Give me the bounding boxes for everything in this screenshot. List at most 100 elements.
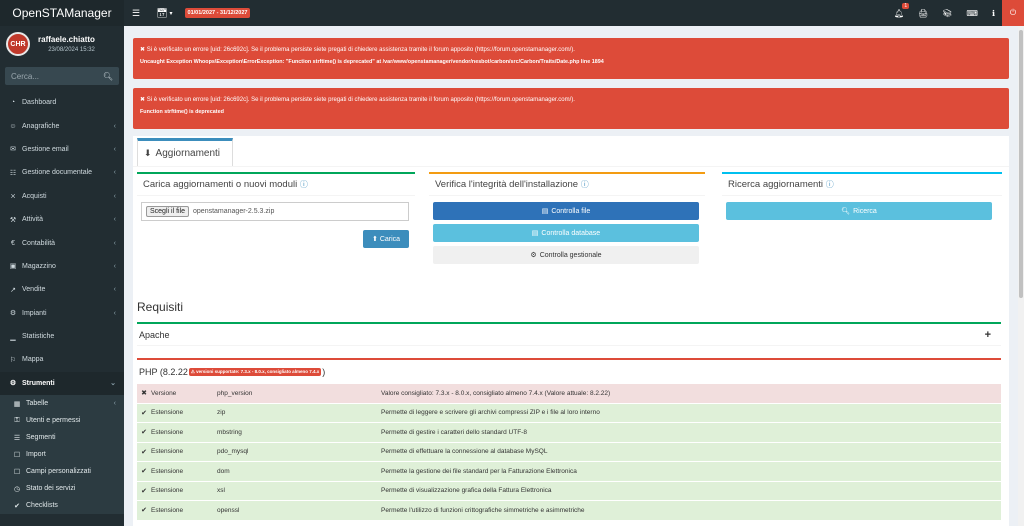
choose-file-button[interactable]: Scegli il file bbox=[146, 206, 190, 217]
sidebar-item[interactable]: ⚒ Attività ‹ bbox=[0, 208, 124, 231]
table-row: ✔ Estensione xsl Permette di visualizzazion… bbox=[137, 481, 1001, 501]
cell-desc: Permette di effettuare la connessione al… bbox=[381, 448, 548, 456]
map-icon: ⚐ bbox=[9, 356, 17, 364]
envelope-icon: ✉ bbox=[10, 146, 16, 154]
submenu-item-label: Segmenti bbox=[26, 434, 56, 442]
close-icon: ✖ bbox=[141, 390, 147, 398]
date-range-badge[interactable]: 01/01/2027 - 31/12/2027 bbox=[184, 8, 251, 18]
user-date: 23/08/2024 15:32 bbox=[48, 47, 95, 53]
file-input[interactable]: Scegli il file openstamanager-2.5.3.zip bbox=[141, 202, 409, 221]
submenu-item[interactable]: ☰ Segmenti bbox=[0, 429, 124, 446]
chevron-left-icon: ‹ bbox=[113, 309, 116, 317]
check-management-button[interactable]: ⚙ Controlla gestionale bbox=[433, 246, 699, 264]
file-icon: ▤ bbox=[541, 208, 549, 215]
menu-toggle-icon[interactable]: ☰ bbox=[124, 0, 148, 26]
cell-type: Estensione bbox=[151, 506, 184, 514]
cell-name: openssl bbox=[217, 506, 240, 514]
tab-aggiornamenti[interactable]: ⬇ Aggiornamenti bbox=[137, 138, 233, 166]
plus-icon[interactable]: + bbox=[985, 329, 991, 341]
sidebar-item[interactable]: ⨯ Acquisti ‹ bbox=[0, 185, 124, 208]
cell-type: Estensione bbox=[151, 448, 184, 456]
php-section[interactable]: PHP (8.2.22 ⚠ versioni supportate: 7.3.x… bbox=[137, 360, 1001, 384]
sidebar-item[interactable]: ⚙ Impianti ‹ bbox=[0, 302, 124, 325]
chevron-left-icon: ‹ bbox=[113, 192, 116, 200]
submenu-item[interactable]: ☐ Import bbox=[0, 446, 124, 463]
file-name: openstamanager-2.5.3.zip bbox=[193, 208, 275, 215]
chevron-left-icon: ‹ bbox=[113, 286, 116, 294]
user-panel[interactable]: CHR raffaele.chiatto 23/08/2024 15:32 bbox=[0, 26, 124, 62]
sidebar-item-label: Magazzino bbox=[22, 262, 56, 270]
sidebar-item[interactable]: ▁ Statistiche bbox=[0, 325, 124, 348]
error-alert: ✖ Si è verificato un errore [uid: 26c692… bbox=[133, 88, 1009, 129]
sidebar-menu: ◔ Dashboard ☺ Anagrafiche ‹ ✉ Gestione email ‹ ☷… bbox=[0, 91, 124, 515]
scrollbar-thumb[interactable] bbox=[1019, 30, 1023, 298]
sidebar-item[interactable]: € Contabilità ‹ bbox=[0, 231, 124, 254]
sidebar-item-label: Dashboard bbox=[22, 99, 57, 107]
cell-desc: Permette di gestire i caratteri dello st… bbox=[381, 428, 527, 436]
cell-name: zip bbox=[217, 409, 226, 417]
power-icon[interactable]: ⏻ bbox=[1002, 0, 1024, 26]
upload-icon: ⬆ bbox=[371, 236, 378, 243]
cell-name: mbstring bbox=[217, 428, 242, 436]
cell-type: Estensione bbox=[151, 467, 184, 475]
sidebar-item-label: Impianti bbox=[22, 309, 47, 317]
sidebar-item-label: Statistiche bbox=[22, 333, 55, 341]
search-updates-box: Ricerca aggiornamenti ⓘ 🔍︎ Ricerca bbox=[722, 172, 1002, 227]
upload-button[interactable]: ⬆ Carica bbox=[363, 230, 409, 248]
cart-icon: ⨯ bbox=[10, 193, 16, 201]
table-icon: ▦ bbox=[13, 400, 21, 408]
submenu-item-label: Stato dei servizi bbox=[26, 485, 76, 493]
sidebar-item[interactable]: ⚐ Mappa bbox=[0, 348, 124, 371]
database-icon: ▤ bbox=[531, 230, 539, 237]
box-title: Ricerca aggiornamenti ⓘ bbox=[722, 174, 1002, 196]
sidebar-item[interactable]: ↗ Vendite ‹ bbox=[0, 278, 124, 301]
sidebar-item[interactable]: ✉ Gestione email ‹ bbox=[0, 138, 124, 161]
bell-icon[interactable]: 🔔︎ 1 bbox=[887, 0, 911, 26]
book-icon[interactable]: 📚︎ bbox=[935, 0, 959, 26]
table-row: ✖ Versione php_version Valore consigliato: … bbox=[137, 384, 1001, 404]
main-content: ✖ Si è verificato un errore [uid: 26c692… bbox=[124, 26, 1018, 526]
search-input[interactable] bbox=[11, 71, 101, 81]
submenu-item-label: Utenti e permessi bbox=[26, 417, 81, 425]
sidebar-item[interactable]: ▣ Magazzino ‹ bbox=[0, 255, 124, 278]
sidebar-item[interactable]: ◔ Dashboard bbox=[0, 91, 124, 114]
apache-section[interactable]: Apache + bbox=[137, 324, 1001, 346]
sidebar: OpenSTAManager CHR raffaele.chiatto 23/0… bbox=[0, 0, 124, 526]
sidebar-item[interactable]: ☷ Gestione documentale ‹ bbox=[0, 161, 124, 184]
table-row: ✔ Estensione dom Permette la gestione dei f… bbox=[137, 462, 1001, 482]
bar-chart-icon: ▁ bbox=[10, 333, 16, 341]
table-row: ✔ Estensione zip Permette di leggere e scri… bbox=[137, 403, 1001, 423]
table-row: ✔ Estensione pdo_mysql Permette di effettua… bbox=[137, 442, 1001, 462]
sidebar-item[interactable]: ☺ Anagrafiche ‹ bbox=[0, 114, 124, 137]
submenu-item[interactable]: ◷ Stato dei servizi bbox=[0, 480, 124, 497]
help-icon[interactable]: ⓘ bbox=[300, 180, 308, 189]
check-files-button[interactable]: ▤ Controlla file bbox=[433, 202, 699, 220]
submenu-item[interactable]: ✔ Checklists bbox=[0, 497, 124, 514]
dashboard-icon: ◔ bbox=[10, 99, 16, 107]
sidebar-item-label: Attività bbox=[22, 216, 44, 224]
check-database-button[interactable]: ▤ Controlla database bbox=[433, 224, 699, 242]
submenu-item[interactable]: ⚿ Utenti e permessi bbox=[0, 412, 124, 429]
submenu-item[interactable]: ▦ Tabelle ‹ bbox=[0, 395, 124, 412]
download-icon: ⬇ bbox=[144, 148, 152, 158]
sidebar-item[interactable]: ⚙ Strumenti ⌄ bbox=[0, 371, 124, 396]
search-icon[interactable]: 🔍︎ bbox=[103, 72, 113, 81]
help-icon[interactable]: ⓘ bbox=[581, 180, 589, 189]
help-icon[interactable]: ⓘ bbox=[826, 180, 834, 189]
cell-desc: Permette di leggere e scrivere gli archi… bbox=[381, 409, 600, 417]
submenu-item[interactable]: ☐ Campi personalizzati bbox=[0, 463, 124, 480]
cell-desc: Valore consigliato: 7.3.x - 8.0.x, consi… bbox=[381, 389, 611, 397]
sidebar-item-label: Anagrafiche bbox=[22, 122, 60, 130]
keyboard-icon[interactable]: ⌨ bbox=[959, 0, 985, 26]
chevron-left-icon: ‹ bbox=[113, 122, 116, 130]
print-icon[interactable]: 🖨︎ bbox=[911, 0, 935, 26]
info-icon[interactable]: ℹ bbox=[985, 0, 1002, 26]
submenu-item-label: Tabelle bbox=[26, 400, 49, 408]
chevron-left-icon: ‹ bbox=[113, 262, 116, 270]
search-updates-button[interactable]: 🔍︎ Ricerca bbox=[726, 202, 992, 220]
calendar-icon[interactable]: 📅︎ ▾ bbox=[148, 0, 180, 26]
app-logo[interactable]: OpenSTAManager bbox=[0, 0, 124, 26]
gears-icon: ⚙ bbox=[9, 310, 17, 318]
cell-name: pdo_mysql bbox=[217, 448, 249, 456]
table-row: ✔ Estensione mbstring Permette di gestire i… bbox=[137, 423, 1001, 443]
